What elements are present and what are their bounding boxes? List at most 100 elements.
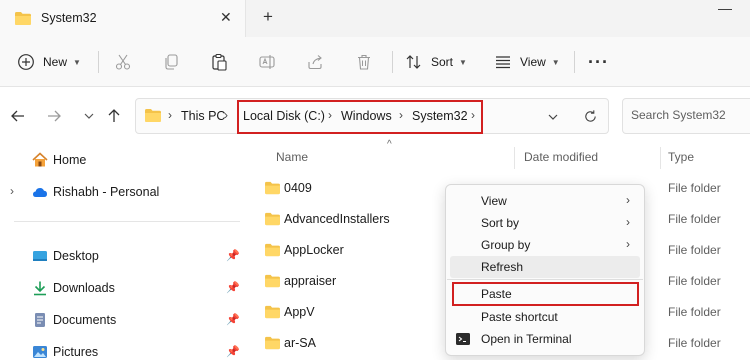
sidebar-item-label: Documents [53,313,117,327]
pin-icon[interactable]: 📌 [226,313,240,326]
sidebar-item-documents[interactable]: Documents 📌 [0,306,250,334]
navigation-pane: Home › Rishabh - Personal Desktop 📌 Down… [0,145,250,360]
file-type: File folder [668,243,721,257]
minimize-button[interactable]: — [718,0,732,16]
home-icon [32,152,48,167]
file-name: appraiser [284,274,337,288]
view-icon [496,56,510,69]
sidebar-item-downloads[interactable]: Downloads 📌 [0,274,250,302]
rename-button[interactable] [258,49,276,75]
command-bar: New ▼ Sort ▼ View ▼ ··· [0,37,750,87]
file-name: AppV [284,305,315,319]
sort-label: Sort [431,55,454,69]
new-button[interactable]: New ▼ [17,49,81,75]
address-bar[interactable]: › This PC › Local Disk (C:) › Windows › … [135,98,609,134]
forward-button[interactable] [44,106,64,126]
title-bar: System32 ✕ + — [0,0,750,37]
folder-icon [265,336,280,350]
menu-item-label: Paste shortcut [481,310,558,324]
folder-icon [265,305,280,319]
pin-icon[interactable]: 📌 [226,249,240,262]
column-header-type[interactable]: Type [668,150,694,164]
column-divider[interactable] [514,147,515,169]
close-tab-icon[interactable]: ✕ [220,9,232,26]
menu-item-paste-shortcut[interactable]: Paste shortcut [450,306,640,328]
sidebar-item-label: Desktop [53,249,99,263]
sidebar-item-pictures[interactable]: Pictures 📌 [0,338,250,360]
file-type: File folder [668,274,721,288]
file-name: AdvancedInstallers [284,212,390,226]
sidebar-item-label: Rishabh - Personal [53,185,160,199]
paste-icon [212,53,227,71]
arrow-left-icon [11,110,24,122]
copy-button[interactable] [162,49,180,75]
new-tab-button[interactable]: + [263,7,273,27]
column-header-name[interactable]: Name [276,150,308,164]
up-button[interactable] [104,106,124,126]
menu-item-view[interactable]: View › [450,190,640,212]
file-type: File folder [668,336,721,350]
sort-icon [406,55,421,69]
navigation-bar: › This PC › Local Disk (C:) › Windows › … [0,87,750,145]
folder-icon [145,109,161,122]
file-name: ar-SA [284,336,316,350]
path-highlight-box [237,100,483,134]
menu-item-sort-by[interactable]: Sort by › [450,212,640,234]
arrow-up-icon [108,109,120,122]
chevron-right-icon: › [626,193,630,207]
search-box[interactable] [622,98,750,134]
sidebar-item-desktop[interactable]: Desktop 📌 [0,242,250,270]
file-type: File folder [668,181,721,195]
copy-icon [165,54,178,70]
chevron-down-icon [84,113,94,119]
chevron-down-icon: ▼ [73,57,81,67]
menu-item-label: Group by [481,238,531,252]
sidebar-item-home[interactable]: Home [0,146,250,174]
sidebar-item-onedrive[interactable]: › Rishabh - Personal [0,178,250,206]
menu-item-open-in-terminal[interactable]: Open in Terminal [450,328,640,350]
picture-icon [33,346,47,358]
sidebar-item-label: Downloads [53,281,115,295]
file-type: File folder [668,212,721,226]
view-button[interactable]: View ▼ [494,49,560,75]
menu-item-refresh[interactable]: Refresh [450,256,640,278]
desktop-icon [33,251,47,261]
cut-button[interactable] [114,49,132,75]
file-name: 0409 [284,181,312,195]
chevron-down-icon[interactable] [547,111,559,123]
search-input[interactable] [631,108,750,122]
chevron-right-icon[interactable]: › [10,184,14,198]
toolbar-divider [98,51,99,73]
delete-button[interactable] [355,49,373,75]
breadcrumb-chevron-icon: › [168,108,172,122]
menu-item-label: Open in Terminal [481,332,572,346]
menu-item-label: View [481,194,507,208]
breadcrumb-this-pc[interactable]: This PC [181,109,225,123]
pin-icon[interactable]: 📌 [226,281,240,294]
column-divider[interactable] [660,147,661,169]
sidebar-divider [14,221,240,222]
more-options-button[interactable]: ··· [588,49,609,75]
column-header-date-modified[interactable]: Date modified [524,150,598,164]
folder-icon [265,274,280,288]
tab-system32[interactable]: System32 ✕ [0,0,246,37]
more-icon: ··· [588,51,609,72]
back-button[interactable] [8,106,28,126]
refresh-icon[interactable] [583,109,598,124]
recent-locations-button[interactable] [79,106,99,126]
sort-button[interactable]: Sort ▼ [405,49,467,75]
file-name: AppLocker [284,243,344,257]
new-label: New [43,55,68,69]
view-label: View [520,55,546,69]
chevron-right-icon: › [626,215,630,229]
chevron-right-icon: › [626,237,630,251]
chevron-down-icon: ▼ [551,57,560,67]
cloud-icon [33,188,47,197]
share-button[interactable] [306,49,324,75]
terminal-icon [456,333,470,345]
share-icon [308,55,322,70]
menu-item-group-by[interactable]: Group by › [450,234,640,256]
pin-icon[interactable]: 📌 [226,345,240,358]
paste-button[interactable] [210,49,228,75]
cut-icon [115,54,131,70]
